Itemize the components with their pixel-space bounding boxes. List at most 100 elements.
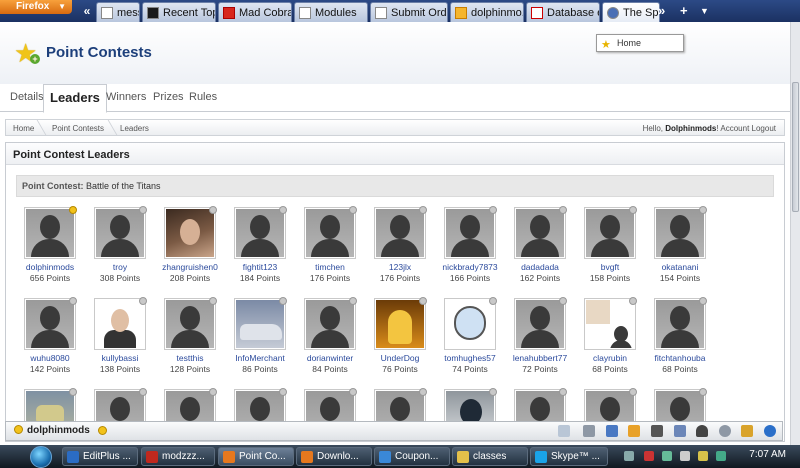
gear-icon[interactable] xyxy=(719,425,731,437)
friends-icon[interactable] xyxy=(674,425,686,437)
tab-scroll-left-icon[interactable]: « xyxy=(80,2,94,20)
tab-leaders[interactable]: Leaders xyxy=(43,84,107,113)
taskbar-button[interactable]: classes xyxy=(452,447,528,466)
leader-name-link[interactable]: dorianwinter xyxy=(295,353,365,363)
tray-app-icon[interactable] xyxy=(716,451,726,461)
avatar[interactable] xyxy=(374,206,427,259)
tab-rules[interactable]: Rules xyxy=(189,91,217,103)
tab-scroll-right-icon[interactable]: » xyxy=(658,2,665,20)
browser-tab[interactable]: messa... xyxy=(96,2,140,22)
avatar[interactable] xyxy=(94,297,147,350)
leader-name-link[interactable]: nickbrady7873 xyxy=(435,262,505,272)
power-icon[interactable] xyxy=(764,425,776,437)
breadcrumb-home[interactable]: Home xyxy=(13,124,34,133)
avatar[interactable] xyxy=(24,206,77,259)
leader-name-link[interactable]: InfoMerchant xyxy=(225,353,295,363)
browser-tab[interactable]: Modules xyxy=(294,2,368,22)
taskbar-button[interactable]: Point Co... xyxy=(218,447,294,466)
leader-name-link[interactable]: kullybassi xyxy=(85,353,155,363)
taskbar-button[interactable]: Coupon... xyxy=(374,447,450,466)
taskbar-button[interactable]: Skype™ ... xyxy=(530,447,608,466)
browser-tab[interactable]: Mad Cobra ... xyxy=(218,2,292,22)
leader-name-link[interactable]: lenahubbert77 xyxy=(505,353,575,363)
bookmark-icon[interactable] xyxy=(628,425,640,437)
tab-details[interactable]: Details xyxy=(10,91,44,103)
leader-name-link[interactable]: testthis xyxy=(155,353,225,363)
tab-prizes[interactable]: Prizes xyxy=(153,91,184,103)
browser-tab[interactable]: Submit Order xyxy=(370,2,448,22)
taskbar-clock[interactable]: 7:07 AM xyxy=(749,449,786,460)
leader-name-link[interactable]: okatanani xyxy=(645,262,715,272)
helmet-icon[interactable] xyxy=(696,425,708,437)
new-tab-icon[interactable]: + xyxy=(680,2,688,20)
avatar[interactable] xyxy=(24,297,77,350)
online-status-icon xyxy=(14,425,23,434)
taskbar-button[interactable]: modzzz... xyxy=(141,447,215,466)
folder-icon[interactable] xyxy=(741,425,753,437)
leader-points: 308 Points xyxy=(99,273,141,283)
leader-name-link[interactable]: troy xyxy=(85,262,155,272)
leader-name-link[interactable]: wuhu8080 xyxy=(15,353,85,363)
breadcrumb-point-contests[interactable]: Point Contests xyxy=(52,124,104,133)
firefox-menu-button[interactable]: Firefox ▼ xyxy=(0,0,72,14)
tray-flag-icon[interactable] xyxy=(698,451,708,461)
start-button[interactable] xyxy=(30,446,52,468)
leader-name-link[interactable]: fitchtanhouba xyxy=(645,353,715,363)
page-icon xyxy=(299,6,311,19)
leader-name-link[interactable]: fightit123 xyxy=(225,262,295,272)
avatar[interactable] xyxy=(234,206,287,259)
leader-name-link[interactable]: UnderDog xyxy=(365,353,435,363)
avatar[interactable] xyxy=(164,206,217,259)
chat-icon[interactable] xyxy=(558,425,570,437)
smiley-icon[interactable] xyxy=(98,426,107,435)
online-status-icon xyxy=(209,206,217,214)
tray-network-icon[interactable] xyxy=(662,451,672,461)
leader-name-link[interactable]: dadadada xyxy=(505,262,575,272)
online-status-icon xyxy=(69,206,77,214)
browser-tab[interactable]: dolphinmo... xyxy=(450,2,524,22)
group-icon[interactable] xyxy=(651,425,663,437)
avatar[interactable] xyxy=(444,206,497,259)
taskbar-button[interactable]: EditPlus ... xyxy=(62,447,138,466)
leader-name-link[interactable]: zhangruishen0 xyxy=(155,262,225,272)
list-all-tabs-icon[interactable]: ▼ xyxy=(700,2,709,20)
avatar[interactable] xyxy=(164,297,217,350)
avatar[interactable] xyxy=(304,206,357,259)
leader-card: okatanani 154 Points xyxy=(645,206,715,283)
notification-icon[interactable] xyxy=(606,425,618,437)
account-link[interactable]: Account xyxy=(720,124,749,133)
avatar[interactable] xyxy=(444,297,497,350)
browser-tab[interactable]: The Spiri xyxy=(602,2,660,22)
tray-arrow-icon[interactable] xyxy=(624,451,634,461)
shopping-cart-icon[interactable] xyxy=(583,425,595,437)
leader-name-link[interactable]: 123jlx xyxy=(365,262,435,272)
username-link[interactable]: Dolphinmods xyxy=(665,124,716,133)
avatar[interactable] xyxy=(584,206,637,259)
browser-tab[interactable]: Recent Topi... xyxy=(142,2,216,22)
scrollbar-thumb[interactable] xyxy=(792,82,799,212)
avatar[interactable] xyxy=(374,297,427,350)
leader-name-link[interactable]: bvgft xyxy=(575,262,645,272)
online-status-icon xyxy=(489,388,497,396)
tray-antivirus-icon[interactable] xyxy=(644,451,654,461)
skype-icon xyxy=(535,451,547,463)
page-scrollbar[interactable] xyxy=(790,22,800,445)
taskbar-button[interactable]: Downlo... xyxy=(296,447,372,466)
browser-tab[interactable]: Database er... xyxy=(526,2,600,22)
logout-link[interactable]: Logout xyxy=(752,124,776,133)
avatar[interactable] xyxy=(94,206,147,259)
avatar[interactable] xyxy=(654,206,707,259)
tab-winners[interactable]: Winners xyxy=(106,91,146,103)
avatar[interactable] xyxy=(584,297,637,350)
tray-volume-icon[interactable] xyxy=(680,451,690,461)
toolbar-user[interactable]: dolphinmods xyxy=(14,425,90,436)
avatar[interactable] xyxy=(234,297,287,350)
avatar[interactable] xyxy=(514,206,567,259)
leader-name-link[interactable]: clayrubin xyxy=(575,353,645,363)
avatar[interactable] xyxy=(304,297,357,350)
avatar[interactable] xyxy=(654,297,707,350)
leader-name-link[interactable]: tomhughes57 xyxy=(435,353,505,363)
leader-name-link[interactable]: timchen xyxy=(295,262,365,272)
leader-name-link[interactable]: dolphinmods xyxy=(15,262,85,272)
avatar[interactable] xyxy=(514,297,567,350)
